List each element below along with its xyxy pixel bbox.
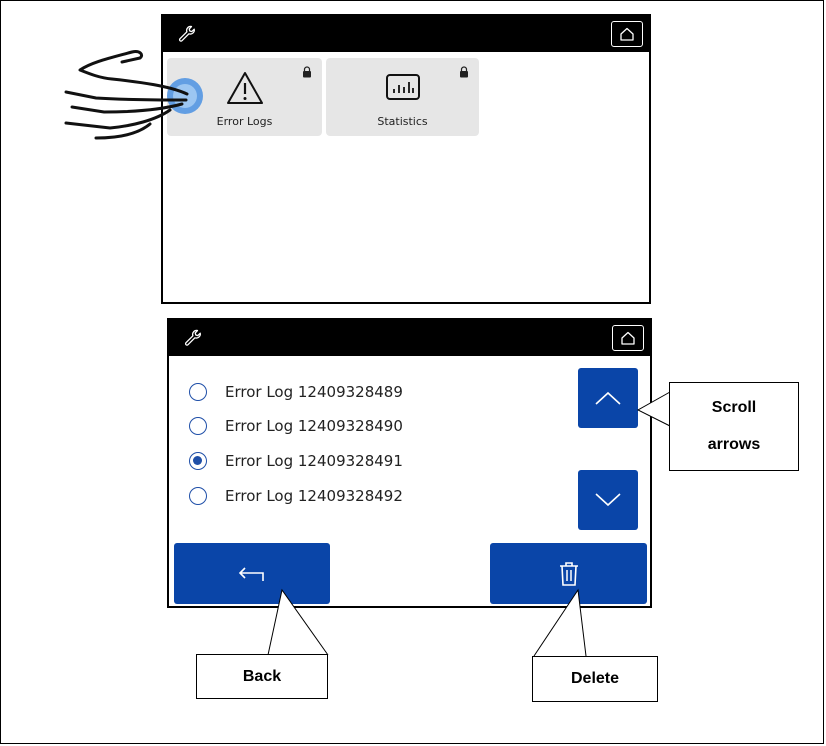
lock-icon (303, 66, 311, 78)
delete-callout-label: Delete (570, 670, 620, 687)
delete-button[interactable] (490, 543, 647, 604)
radio-button[interactable] (189, 417, 207, 435)
error-log-label: Error Log 12409328491 (225, 452, 403, 470)
scroll-down-button[interactable] (578, 470, 638, 530)
scroll-callout-line1: Scroll (711, 398, 757, 416)
error-log-item[interactable]: Error Log 12409328491 (189, 446, 403, 476)
delete-callout: Delete (532, 656, 658, 702)
error-log-item[interactable]: Error Log 12409328490 (189, 411, 403, 441)
tools-menu-screen: Error Logs Statistics (161, 14, 651, 304)
error-log-item[interactable]: Error Log 12409328492 (189, 481, 403, 511)
statistics-label: Statistics (377, 115, 428, 128)
error-logs-screen: Error Log 12409328489 Error Log 12409328… (167, 318, 652, 608)
scroll-up-button[interactable] (578, 368, 638, 428)
error-log-label: Error Log 12409328489 (225, 383, 403, 401)
wrench-icon[interactable] (183, 328, 203, 348)
top-bar (169, 320, 650, 356)
error-log-label: Error Log 12409328490 (225, 417, 403, 435)
radio-button-selected[interactable] (189, 452, 207, 470)
error-log-label: Error Log 12409328492 (225, 487, 403, 505)
home-icon (621, 331, 635, 345)
back-button[interactable] (174, 543, 330, 604)
wrench-icon[interactable] (177, 24, 197, 44)
statistics-tile[interactable]: Statistics (326, 58, 479, 136)
scroll-callout-line2: arrows (707, 436, 761, 454)
lock-icon (460, 66, 468, 78)
error-log-item[interactable]: Error Log 12409328489 (189, 377, 403, 407)
chevron-down-icon (595, 493, 621, 507)
warning-icon (226, 72, 263, 104)
scroll-arrows-callout: Scroll arrows (669, 382, 799, 471)
radio-button[interactable] (189, 487, 207, 505)
top-bar (163, 16, 649, 52)
back-callout: Back (196, 654, 328, 699)
radio-button[interactable] (189, 383, 207, 401)
chevron-up-icon (595, 391, 621, 405)
back-callout-label: Back (242, 667, 282, 685)
back-arrow-icon (238, 566, 264, 581)
home-button[interactable] (612, 325, 644, 351)
home-icon (620, 27, 634, 41)
error-logs-tile[interactable]: Error Logs (167, 58, 322, 136)
error-logs-label: Error Logs (216, 115, 273, 128)
trash-icon (559, 561, 578, 586)
home-button[interactable] (611, 21, 643, 47)
statistics-icon (385, 74, 420, 100)
